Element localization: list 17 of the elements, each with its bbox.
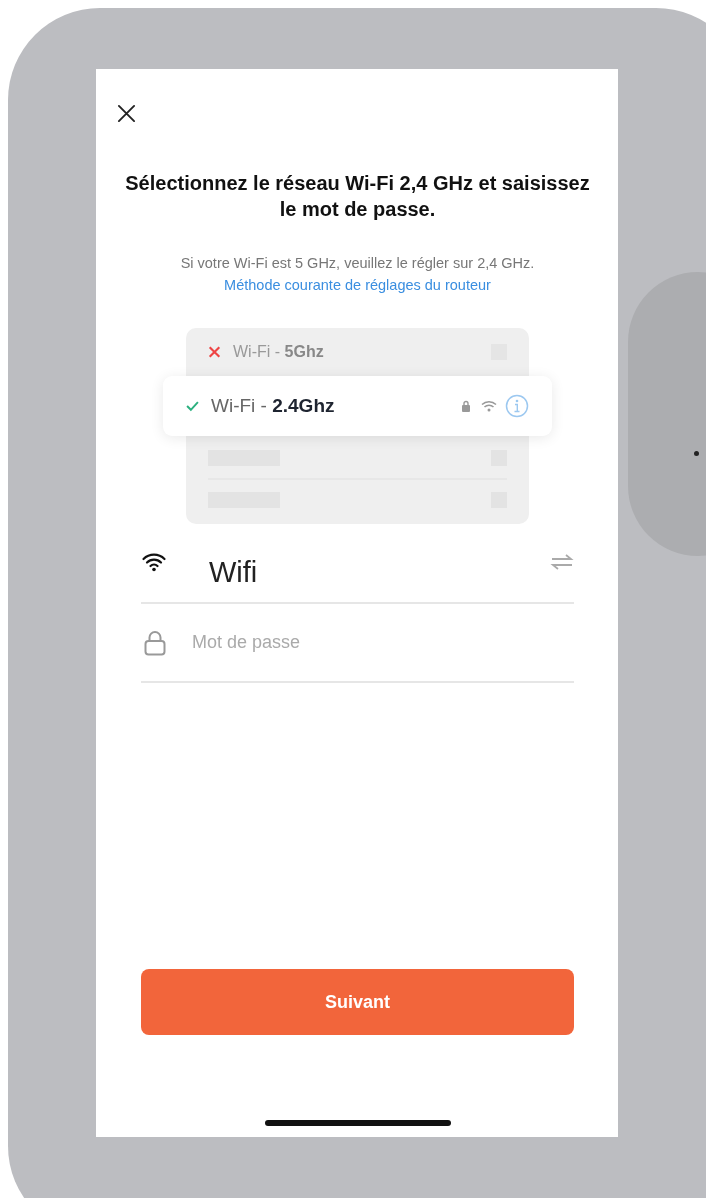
wifi-icon bbox=[141, 552, 167, 572]
network-name-field[interactable]: Wifi bbox=[209, 556, 550, 589]
wifi-icon bbox=[481, 400, 497, 412]
info-text: Si votre Wi-Fi est 5 GHz, veuillez le régler sur 2,4 GHz. Méthode courante de réglages du routeur bbox=[179, 254, 536, 295]
heading: Sélectionnez le réseau Wi-Fi 2,4 GHz et saisissez le mot de passe. bbox=[124, 171, 591, 222]
next-button[interactable]: Suivant bbox=[141, 969, 574, 1035]
cross-icon bbox=[208, 346, 221, 358]
lock-icon bbox=[461, 400, 471, 412]
network-label: Wi-Fi - 2.4Ghz bbox=[211, 395, 335, 417]
dot-icon bbox=[694, 451, 699, 456]
check-icon bbox=[186, 400, 199, 412]
info-icon bbox=[505, 394, 529, 418]
close-icon[interactable] bbox=[117, 104, 136, 123]
router-help-link[interactable]: Méthode courante de réglages du routeur bbox=[224, 277, 491, 293]
network-label: Wi-Fi - 5Ghz bbox=[233, 343, 324, 361]
password-field[interactable]: Mot de passe bbox=[192, 632, 574, 653]
lock-icon bbox=[144, 628, 166, 657]
